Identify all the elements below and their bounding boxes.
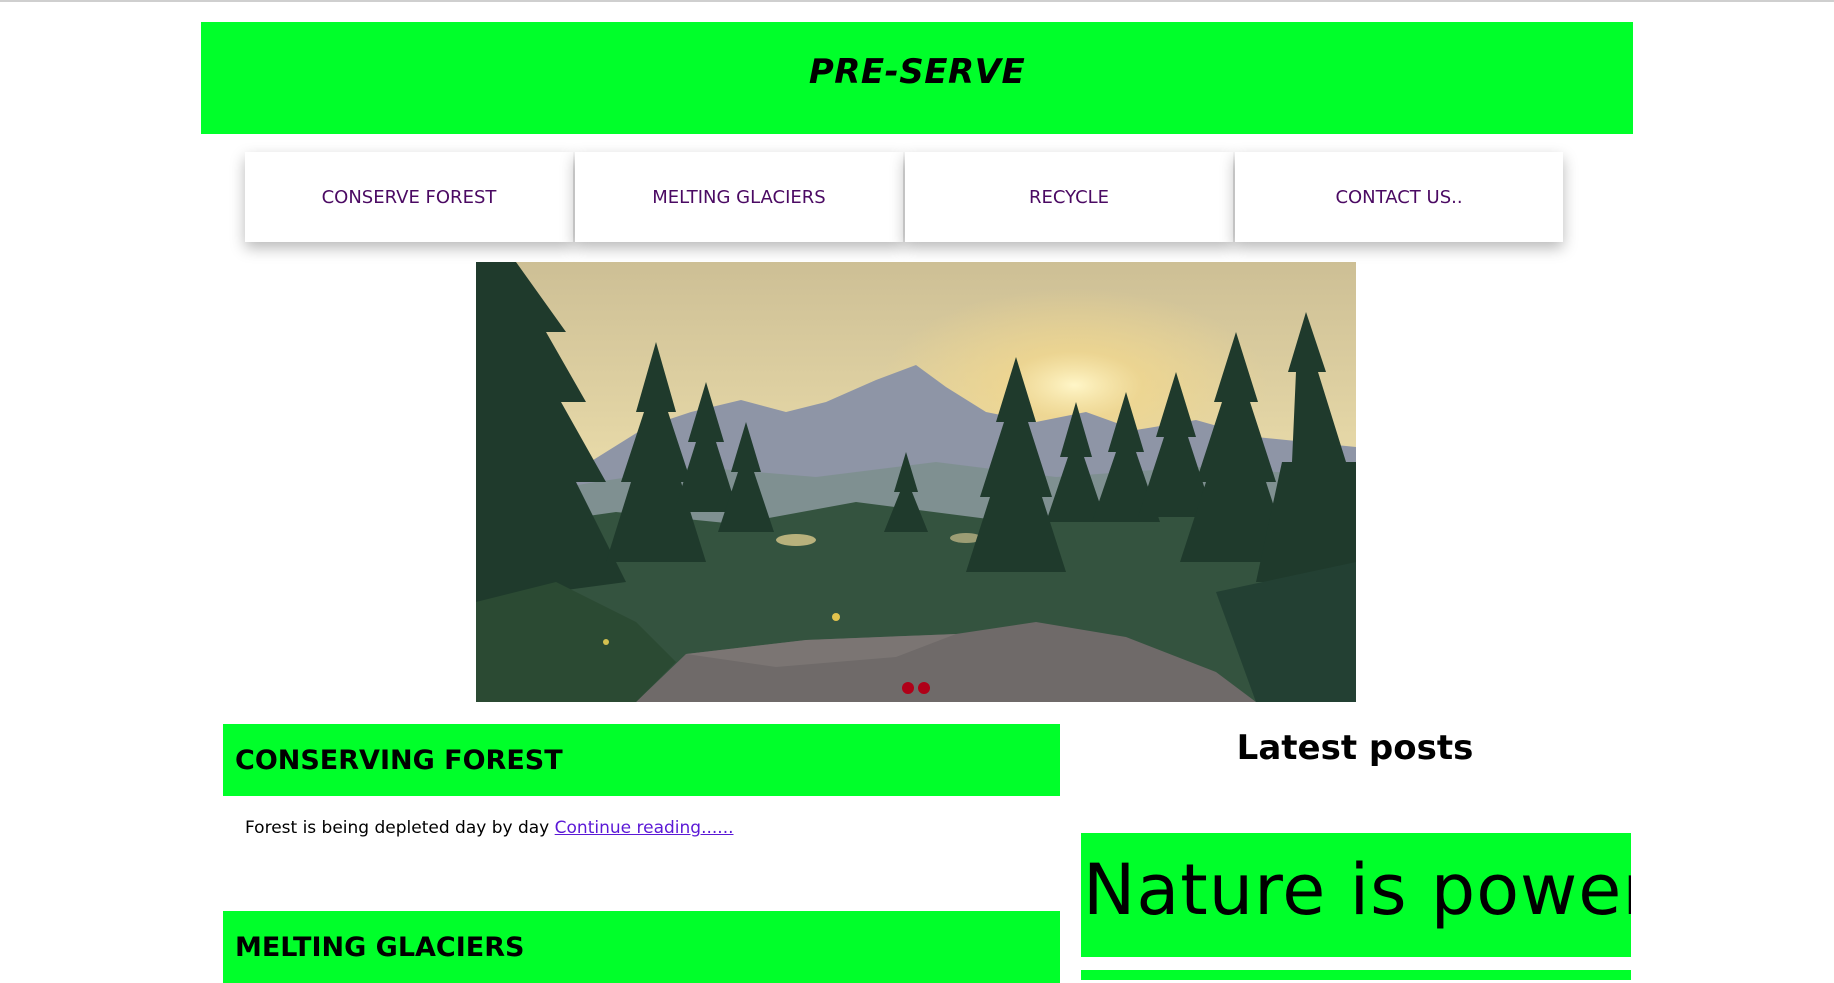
post-title: MELTING GLACIERS — [235, 931, 525, 963]
hero-image — [476, 262, 1356, 702]
slider-dot[interactable] — [918, 682, 930, 694]
slider-dots — [902, 682, 930, 694]
post-excerpt-text: Forest is being depleted day by day — [245, 818, 550, 838]
post-header-conserving-forest: CONSERVING FOREST — [223, 724, 1060, 796]
nav-item-conserve-forest[interactable]: CONSERVE FOREST — [245, 152, 573, 242]
hero-slider — [476, 262, 1356, 702]
post-title: CONSERVING FOREST — [235, 744, 563, 776]
nav-item-melting-glaciers[interactable]: MELTING GLACIERS — [575, 152, 903, 242]
main-nav: CONSERVE FOREST MELTING GLACIERS RECYCLE… — [245, 152, 1565, 242]
slider-dot[interactable] — [902, 682, 914, 694]
latest-post-card[interactable]: Nature is power — [1081, 833, 1631, 957]
latest-posts-heading: Latest posts — [1236, 728, 1474, 768]
post-header-melting-glaciers: MELTING GLACIERS — [223, 911, 1060, 983]
continue-reading-link[interactable]: Continue reading...... — [555, 818, 734, 838]
browser-top-border — [0, 0, 1834, 2]
nav-item-recycle[interactable]: RECYCLE — [905, 152, 1233, 242]
site-header: PRE-SERVE — [201, 22, 1633, 134]
post-excerpt: Forest is being depleted day by day Cont… — [245, 818, 734, 838]
latest-post-text: Nature is power — [1083, 849, 1631, 931]
site-title: PRE-SERVE — [808, 52, 1026, 92]
latest-post-card-next[interactable] — [1081, 970, 1631, 980]
nav-item-contact-us[interactable]: CONTACT US.. — [1235, 152, 1563, 242]
